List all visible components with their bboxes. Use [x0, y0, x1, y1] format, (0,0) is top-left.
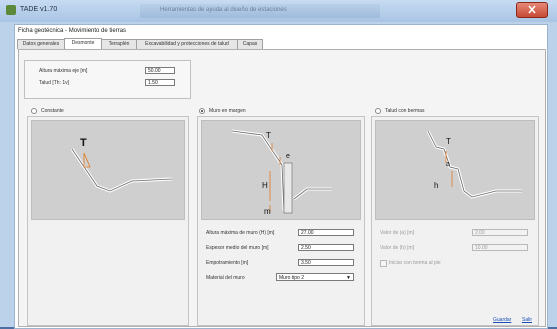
material-muro-select[interactable]: Muro tipo 2 ▼ — [276, 273, 354, 281]
window-subtitle-text: Herramientas de ayuda al diseño de estac… — [160, 7, 287, 13]
diagram-muro: T e H m — [201, 120, 361, 220]
altura-muro-label: Altura máxima de muro (H) [m] — [206, 230, 275, 236]
diagram-constante: T — [31, 120, 185, 220]
radio-constante[interactable] — [31, 108, 37, 114]
valor-h-label: Valor de (h) [m] — [380, 245, 415, 251]
altura-eje-input[interactable]: 50.00 — [145, 67, 175, 74]
valor-a-label: Valor de (a) [m] — [380, 230, 415, 236]
app-icon — [6, 5, 16, 15]
diagram-label-T: T — [446, 137, 451, 146]
group-muro: T e H m Altura máxima de muro (H) [m] 27… — [197, 116, 365, 326]
diagram-label-T: T — [80, 137, 87, 149]
diagram-label-T: T — [266, 131, 271, 140]
empotramiento-input[interactable]: 3.50 — [298, 259, 354, 266]
berm-diagram — [426, 130, 522, 199]
radio-muro-margen[interactable] — [199, 108, 205, 114]
general-params-box: Altura máxima eje [m] 50.00 Talud [Th: 1… — [24, 60, 191, 99]
title-bar: TADE v1.70 Herramientas de ayuda al dise… — [0, 0, 557, 22]
save-button[interactable]: Guardar — [493, 317, 511, 323]
close-icon — [528, 5, 536, 14]
form-title: Ficha geotécnica - Movimiento de tierras — [18, 28, 127, 34]
valor-h-input[interactable]: 10.00 — [472, 244, 528, 251]
group-constante: T — [27, 116, 189, 326]
talud-label: Talud [Th: 1v] — [39, 80, 70, 86]
iniciar-berma-label: Iniciar con berma al pie — [389, 260, 441, 266]
exit-button[interactable]: Salir — [522, 317, 532, 323]
window-title: TADE v1.70 — [20, 6, 58, 13]
altura-eje-label: Altura máxima eje [m] — [39, 68, 88, 74]
iniciar-berma-checkbox[interactable] — [380, 260, 387, 267]
material-muro-label: Material del muro — [206, 275, 245, 281]
diagram-label-e: e — [286, 153, 290, 160]
chevron-down-icon: ▼ — [346, 275, 351, 281]
slope-constant-diagram — [70, 148, 173, 193]
tab-terraplen[interactable]: Terraplén — [101, 39, 137, 49]
tab-datos-generales[interactable]: Datos generales — [17, 39, 65, 49]
application-window: TADE v1.70 Herramientas de ayuda al dise… — [0, 0, 557, 329]
close-button[interactable] — [516, 2, 548, 18]
empotramiento-label: Empotramiento [m] — [206, 260, 249, 266]
radio-talud-bermas[interactable] — [375, 108, 381, 114]
diagram-label-H: H — [262, 181, 268, 190]
radio-talud-bermas-label: Talud con bermas — [385, 108, 425, 114]
valor-a-input[interactable]: 2.00 — [472, 229, 528, 236]
diagram-label-m: m — [264, 207, 271, 216]
group-bermas: T a h Valor de (a) [m] 2.00 Valor de (h)… — [371, 116, 539, 326]
espesor-muro-input[interactable]: 2.50 — [298, 244, 354, 251]
altura-muro-input[interactable]: 27.00 — [298, 229, 354, 236]
form-client-area: Ficha geotécnica - Movimiento de tierras… — [14, 24, 548, 329]
window-subtitle: Herramientas de ayuda al diseño de estac… — [140, 4, 380, 18]
diagram-bermas: T a h — [375, 120, 535, 220]
wall-diagram — [231, 129, 332, 214]
tab-excavabilidad[interactable]: Excavabilidad y protecciones de talud — [136, 39, 238, 49]
diagram-label-a: a — [446, 161, 450, 168]
tab-strip: Datos generales Desmonte Terraplén Excav… — [15, 38, 547, 50]
desmonte-panel: Altura máxima eje [m] 50.00 Talud [Th: 1… — [18, 49, 546, 327]
espesor-muro-label: Espesor medio del muro [m] — [206, 245, 269, 251]
radio-muro-margen-label: Muro en margen — [209, 108, 246, 114]
diagram-label-h: h — [434, 181, 439, 190]
radio-constante-label: Constante — [41, 108, 64, 114]
tab-capas[interactable]: Capas — [237, 39, 263, 49]
talud-input[interactable]: 1.50 — [145, 79, 175, 86]
material-muro-value: Muro tipo 2 — [279, 275, 305, 281]
